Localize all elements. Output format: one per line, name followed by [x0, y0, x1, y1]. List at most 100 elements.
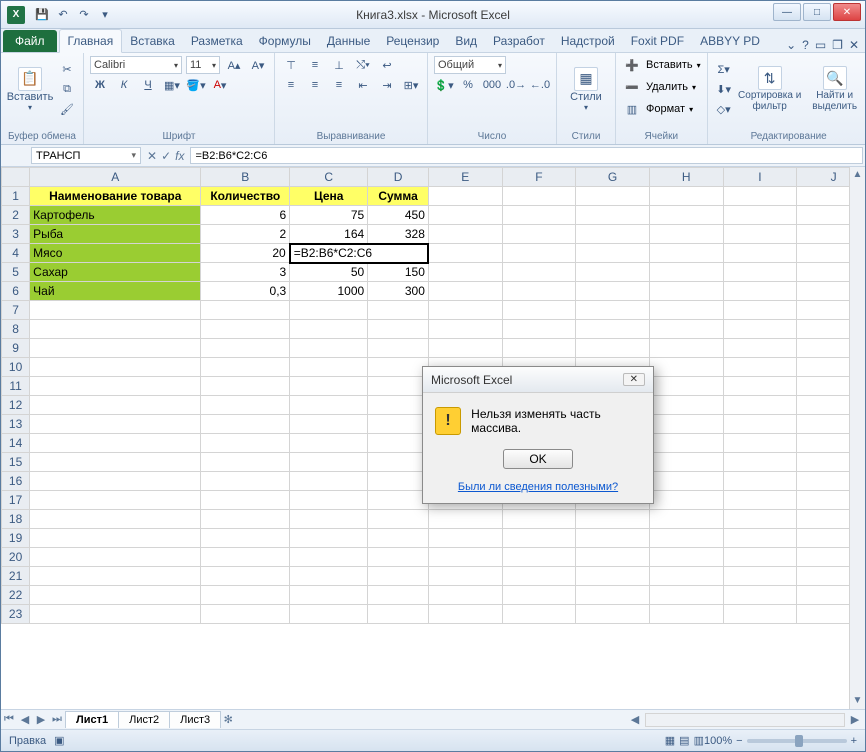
sheet-tab-1[interactable]: Лист1: [65, 711, 119, 728]
col-header-E[interactable]: E: [428, 168, 502, 187]
cell-empty[interactable]: [368, 320, 429, 339]
cell-empty[interactable]: [368, 529, 429, 548]
cell-empty[interactable]: [290, 605, 368, 624]
zoom-level[interactable]: 100%: [704, 735, 732, 747]
cell-empty[interactable]: [723, 548, 797, 567]
cell-empty[interactable]: [649, 301, 723, 320]
cell-D6[interactable]: 300: [368, 282, 429, 301]
cell-empty[interactable]: [649, 472, 723, 491]
bold-button[interactable]: Ж: [90, 76, 110, 94]
view-layout-icon[interactable]: ▤: [679, 734, 689, 747]
cell-empty[interactable]: [723, 453, 797, 472]
row-header-19[interactable]: 19: [2, 529, 30, 548]
format-painter-icon[interactable]: 🖌: [57, 100, 77, 118]
hscroll-left-icon[interactable]: ◀: [627, 713, 643, 726]
cell-empty[interactable]: [30, 301, 201, 320]
cell-C3[interactable]: 164: [290, 225, 368, 244]
cell-E6[interactable]: [428, 282, 502, 301]
cell-empty[interactable]: [428, 529, 502, 548]
macro-record-icon[interactable]: ▣: [54, 734, 64, 747]
cell-D1[interactable]: Сумма: [368, 187, 429, 206]
cell-empty[interactable]: [649, 415, 723, 434]
name-box-dropdown-icon[interactable]: ▾: [131, 150, 136, 161]
tab-data[interactable]: Данные: [319, 30, 378, 52]
align-center-icon[interactable]: ≡: [305, 76, 325, 94]
tab-developer[interactable]: Разработ: [485, 30, 553, 52]
cell-A6[interactable]: Чай: [30, 282, 201, 301]
align-right-icon[interactable]: ≡: [329, 76, 349, 94]
cell-empty[interactable]: [723, 301, 797, 320]
sheet-nav-last-icon[interactable]: ⏭: [49, 713, 65, 726]
cell-A1[interactable]: Наименование товара: [30, 187, 201, 206]
cell-G3[interactable]: [576, 225, 650, 244]
align-mid-icon[interactable]: ≡: [305, 56, 325, 74]
tab-abbyy[interactable]: ABBYY PD: [692, 30, 768, 52]
scroll-down-icon[interactable]: ▼: [850, 693, 865, 709]
row-header-10[interactable]: 10: [2, 358, 30, 377]
cell-empty[interactable]: [368, 358, 429, 377]
cell-empty[interactable]: [201, 377, 290, 396]
tab-formulas[interactable]: Формулы: [251, 30, 319, 52]
cell-empty[interactable]: [30, 320, 201, 339]
delete-cells-button[interactable]: ➖Удалить▾: [622, 78, 701, 96]
cell-empty[interactable]: [649, 320, 723, 339]
cell-D3[interactable]: 328: [368, 225, 429, 244]
orientation-icon[interactable]: ⤭▾: [353, 56, 373, 74]
cell-empty[interactable]: [201, 567, 290, 586]
cell-empty[interactable]: [428, 339, 502, 358]
cell-empty[interactable]: [723, 434, 797, 453]
font-size-combo[interactable]: 11▾: [186, 56, 220, 74]
currency-icon[interactable]: 💲▾: [434, 76, 454, 94]
cell-empty[interactable]: [290, 472, 368, 491]
vertical-scrollbar[interactable]: ▲ ▼: [849, 167, 865, 709]
cell-empty[interactable]: [428, 510, 502, 529]
row-header-9[interactable]: 9: [2, 339, 30, 358]
zoom-in-icon[interactable]: +: [851, 735, 857, 747]
cell-empty[interactable]: [723, 415, 797, 434]
sort-filter-button[interactable]: ⇅ Сортировка и фильтр: [738, 56, 802, 122]
cell-empty[interactable]: [576, 605, 650, 624]
row-header-6[interactable]: 6: [2, 282, 30, 301]
cell-empty[interactable]: [201, 510, 290, 529]
col-header-B[interactable]: B: [201, 168, 290, 187]
row-header-16[interactable]: 16: [2, 472, 30, 491]
cell-empty[interactable]: [201, 434, 290, 453]
cell-E3[interactable]: [428, 225, 502, 244]
help-icon[interactable]: ?: [802, 38, 809, 52]
cell-C6[interactable]: 1000: [290, 282, 368, 301]
cell-empty[interactable]: [30, 415, 201, 434]
cell-E2[interactable]: [428, 206, 502, 225]
cell-A2[interactable]: Картофель: [30, 206, 201, 225]
dialog-ok-button[interactable]: OK: [503, 449, 573, 469]
cell-I6[interactable]: [723, 282, 797, 301]
wrap-text-icon[interactable]: ↩: [377, 56, 397, 74]
cell-empty[interactable]: [576, 510, 650, 529]
col-header-C[interactable]: C: [290, 168, 368, 187]
cell-empty[interactable]: [368, 491, 429, 510]
tab-foxit[interactable]: Foxit PDF: [623, 30, 692, 52]
cell-C5[interactable]: 50: [290, 263, 368, 282]
cell-empty[interactable]: [649, 358, 723, 377]
fx-icon[interactable]: fx: [175, 149, 184, 163]
cell-F4[interactable]: [502, 244, 576, 263]
cell-I5[interactable]: [723, 263, 797, 282]
cell-F5[interactable]: [502, 263, 576, 282]
cell-empty[interactable]: [30, 605, 201, 624]
tab-addins[interactable]: Надстрой: [553, 30, 623, 52]
restore-doc-icon[interactable]: ❐: [832, 38, 843, 52]
cell-empty[interactable]: [290, 453, 368, 472]
col-header-G[interactable]: G: [576, 168, 650, 187]
dec-decimal-icon[interactable]: ←.0: [530, 76, 550, 94]
cell-empty[interactable]: [649, 453, 723, 472]
cell-empty[interactable]: [30, 567, 201, 586]
cell-empty[interactable]: [368, 472, 429, 491]
save-icon[interactable]: 💾: [33, 6, 51, 24]
zoom-out-icon[interactable]: −: [736, 735, 742, 747]
cell-A4[interactable]: Мясо: [30, 244, 201, 263]
underline-button[interactable]: Ч: [138, 76, 158, 94]
cell-empty[interactable]: [290, 320, 368, 339]
tab-insert[interactable]: Вставка: [122, 30, 183, 52]
row-header-22[interactable]: 22: [2, 586, 30, 605]
redo-icon[interactable]: ↷: [75, 6, 93, 24]
cell-E4[interactable]: [428, 244, 502, 263]
